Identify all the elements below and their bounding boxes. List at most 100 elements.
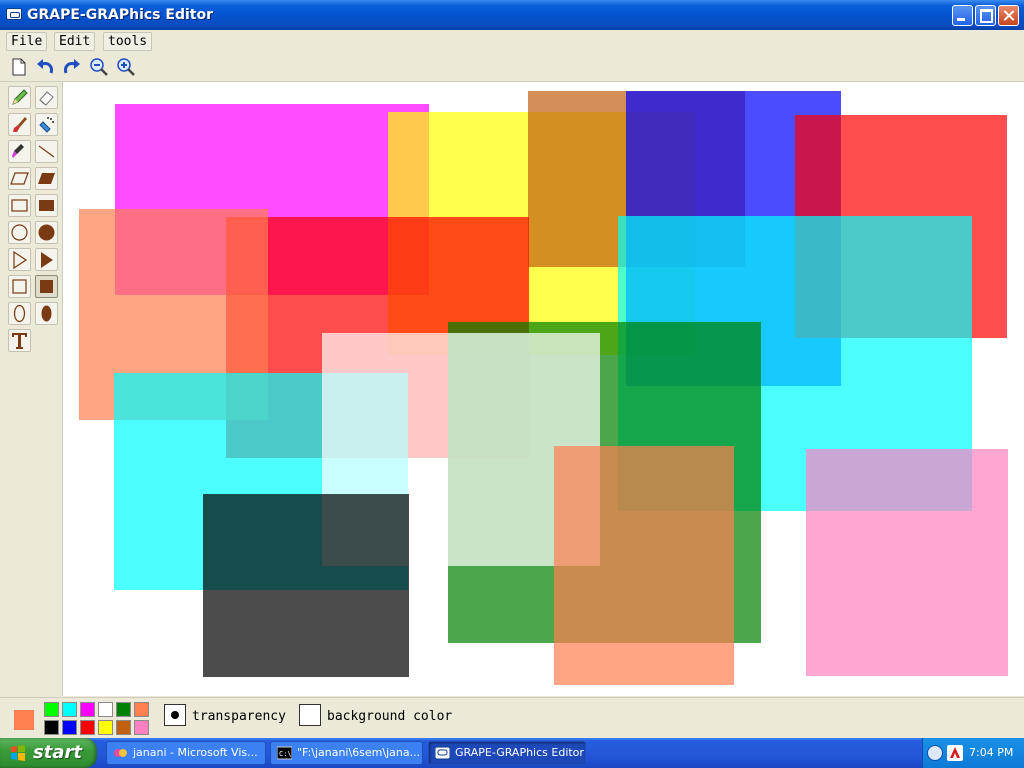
circle-outline-icon [11, 224, 28, 241]
toolbar [0, 54, 1024, 82]
drawn-rectangle [203, 494, 409, 677]
square-filled-tool[interactable] [35, 275, 58, 298]
text-icon [12, 333, 27, 349]
ellipse-outline-icon [13, 304, 26, 323]
zoom-out-button[interactable] [88, 56, 110, 78]
circle-filled-icon [38, 224, 55, 241]
taskbar-item-visual-studio[interactable]: janani - Microsoft Vis... [106, 741, 266, 765]
windows-logo-icon [11, 745, 25, 761]
redo-button[interactable] [61, 56, 83, 78]
background-color-label: background color [327, 709, 453, 724]
menu-tools[interactable]: tools [103, 32, 153, 51]
undo-icon [37, 59, 53, 74]
start-label: start [33, 742, 82, 763]
eraser-tool[interactable] [35, 86, 58, 109]
color-picker-icon [12, 144, 24, 158]
start-button[interactable]: start [0, 738, 97, 768]
brush-icon [13, 117, 27, 132]
rectangle-filled-icon [39, 200, 54, 211]
close-button[interactable] [998, 5, 1019, 26]
ellipse-filled-icon [41, 305, 52, 322]
pencil-icon [12, 89, 28, 105]
taskbar-item-console[interactable]: C:\ "F:\janani\6sem\jana... [270, 741, 423, 765]
line-tool[interactable] [35, 140, 58, 163]
circle-filled-tool[interactable] [35, 221, 58, 244]
system-tray: 7:04 PM [922, 738, 1024, 768]
console-icon: C:\ [277, 746, 292, 760]
color-swatch[interactable] [134, 720, 149, 735]
redo-icon [64, 59, 80, 74]
color-swatch[interactable] [44, 720, 59, 735]
new-document-button[interactable] [8, 56, 30, 78]
window-title: GRAPE-GRAPhics Editor [27, 7, 213, 23]
triangle-filled-tool[interactable] [35, 248, 58, 271]
maximize-button[interactable] [975, 5, 996, 26]
taskbar-item-grape-editor[interactable]: GRAPE-GRAPhics Editor [428, 741, 586, 765]
color-swatch[interactable] [62, 702, 77, 717]
brush-tool[interactable] [8, 113, 31, 136]
svg-text:C:\: C:\ [279, 750, 292, 758]
color-swatch[interactable] [62, 720, 77, 735]
visual-studio-icon [114, 749, 127, 757]
menu-file[interactable]: File [6, 32, 48, 51]
menu-edit[interactable]: Edit [54, 32, 96, 51]
title-bar: GRAPE-GRAPhics Editor [0, 0, 1024, 30]
text-tool[interactable] [8, 329, 31, 352]
color-swatch[interactable] [44, 702, 59, 717]
square-outline-icon [12, 279, 27, 294]
color-swatch[interactable] [80, 702, 95, 717]
drawn-rectangle [806, 449, 1008, 676]
new-document-icon [12, 58, 26, 76]
parallelogram-outline-tool[interactable] [8, 167, 31, 190]
color-swatch[interactable] [80, 720, 95, 735]
transparency-label: transparency [192, 709, 286, 724]
rectangle-outline-tool[interactable] [8, 194, 31, 217]
taskbar-item-label: "F:\janani\6sem\jana... [297, 746, 421, 759]
color-swatch[interactable] [98, 702, 113, 717]
circle-outline-tool[interactable] [8, 221, 31, 244]
zoom-in-icon [117, 58, 135, 76]
taskbar-item-label: janani - Microsoft Vis... [133, 746, 258, 759]
line-icon [38, 145, 55, 158]
drawn-rectangle [554, 446, 734, 685]
triangle-outline-icon [13, 250, 28, 270]
color-picker-tool[interactable] [8, 140, 31, 163]
pencil-tool[interactable] [8, 86, 31, 109]
ellipse-filled-tool[interactable] [35, 302, 58, 325]
color-swatch[interactable] [116, 702, 131, 717]
transparency-checkbox[interactable] [164, 704, 186, 726]
drawing-canvas[interactable] [63, 82, 1024, 696]
parallelogram-filled-tool[interactable] [35, 167, 58, 190]
clock: 7:04 PM [969, 746, 1014, 759]
menu-bar: File Edit tools [0, 30, 1024, 55]
ellipse-outline-tool[interactable] [8, 302, 31, 325]
window-icon [6, 8, 22, 20]
parallelogram-outline-icon [10, 172, 29, 185]
antivirus-icon[interactable] [947, 745, 963, 761]
square-outline-tool[interactable] [8, 275, 31, 298]
tray-expand-icon[interactable] [927, 745, 943, 761]
zoom-out-icon [90, 58, 108, 76]
parallelogram-filled-icon [38, 173, 55, 184]
triangle-outline-tool[interactable] [8, 248, 31, 271]
color-swatch[interactable] [134, 702, 149, 717]
color-bar: transparency background color [0, 697, 1024, 739]
spray-can-tool[interactable] [35, 113, 58, 136]
tool-palette [0, 82, 63, 696]
color-swatch[interactable] [98, 720, 113, 735]
color-swatch[interactable] [116, 720, 131, 735]
taskbar: start janani - Microsoft Vis... C:\ "F:\… [0, 738, 1024, 768]
rectangle-outline-icon [11, 199, 28, 212]
taskbar-item-label: GRAPE-GRAPhics Editor [455, 746, 584, 759]
square-filled-icon [40, 280, 53, 293]
triangle-filled-icon [41, 252, 53, 268]
current-color-indicator [14, 710, 34, 730]
spray-can-icon [39, 117, 54, 133]
eraser-icon [39, 91, 54, 106]
minimize-button[interactable] [952, 5, 973, 26]
undo-button[interactable] [34, 56, 56, 78]
background-color-checkbox[interactable] [299, 704, 321, 726]
zoom-in-button[interactable] [115, 56, 137, 78]
rectangle-filled-tool[interactable] [35, 194, 58, 217]
window-icon [435, 746, 450, 760]
